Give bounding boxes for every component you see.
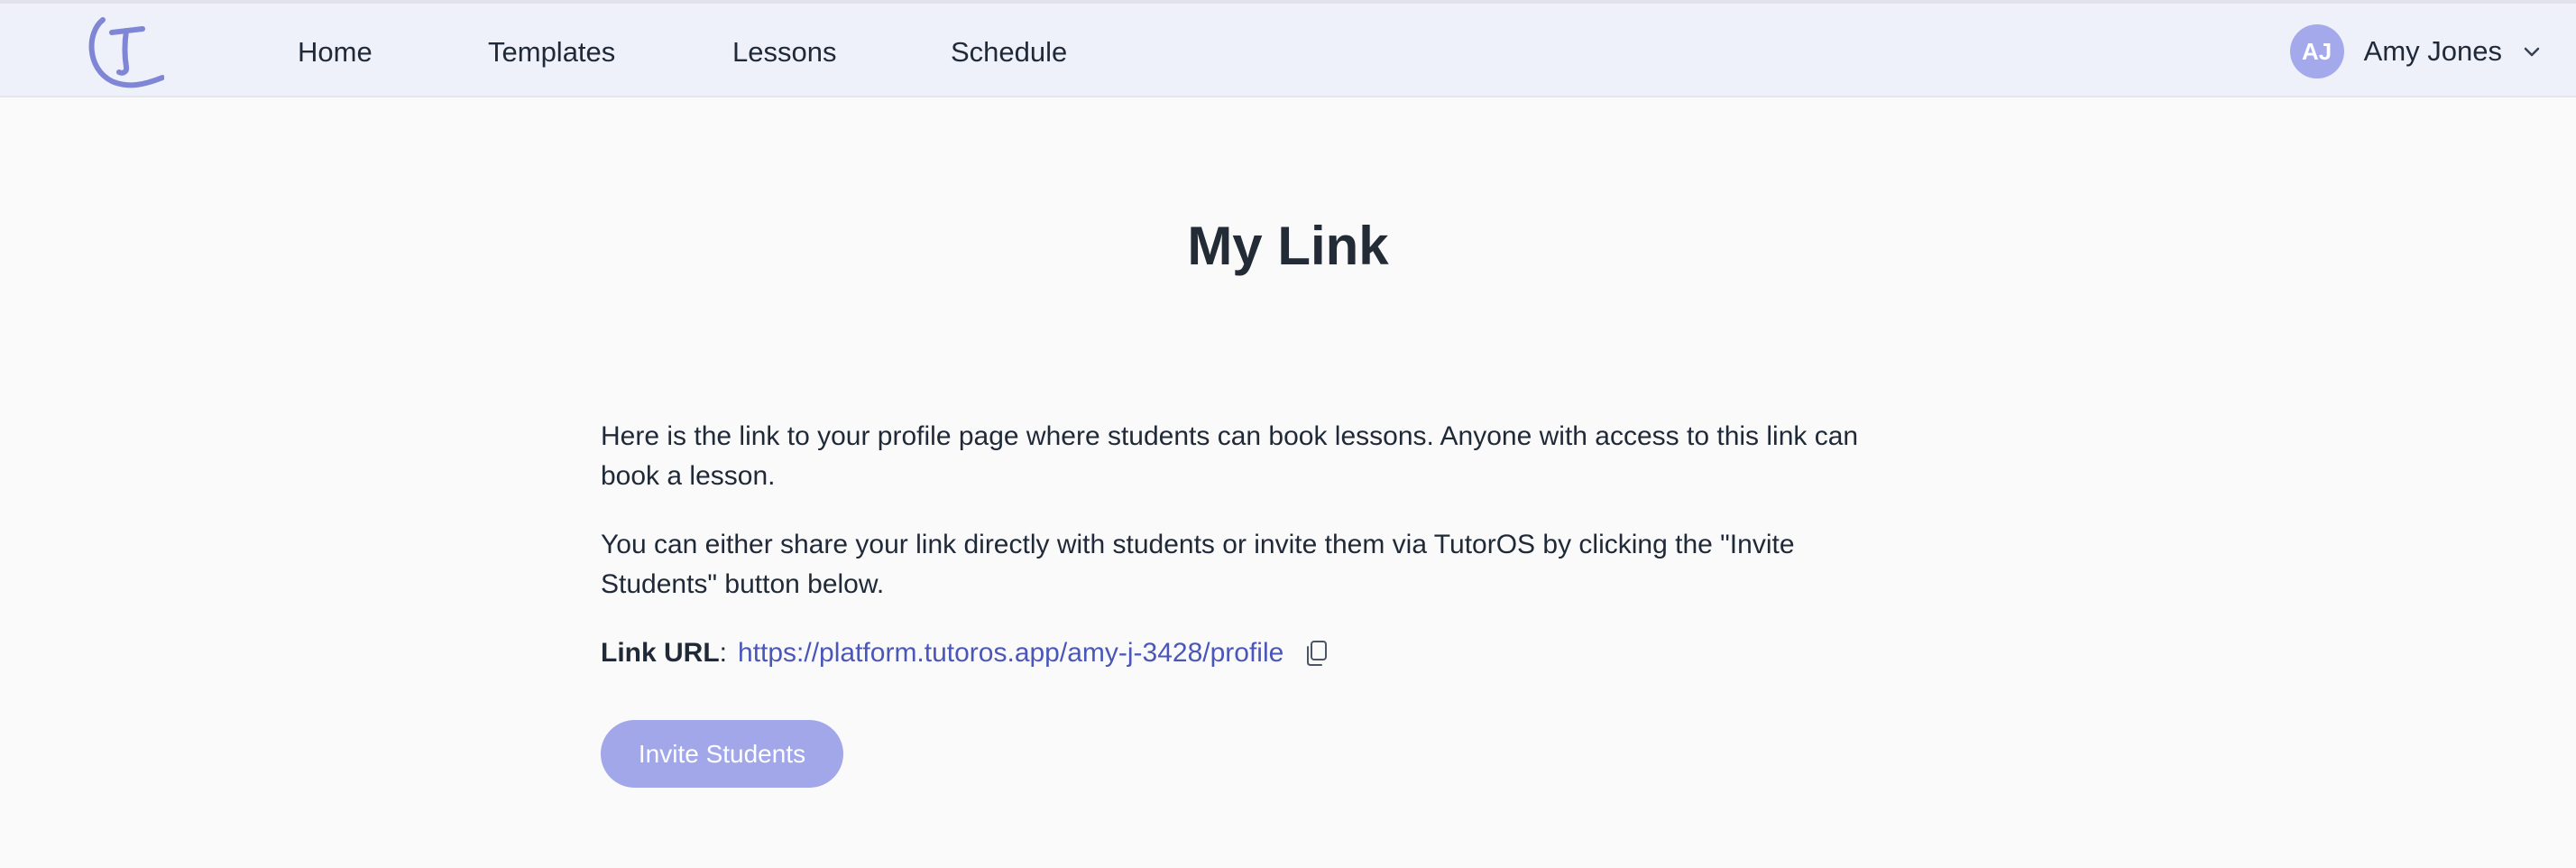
- user-name: Amy Jones: [2363, 35, 2502, 67]
- page-title: My Link: [1187, 216, 1389, 276]
- nav-schedule[interactable]: Schedule: [951, 36, 1067, 69]
- invite-students-button[interactable]: Invite Students: [601, 720, 843, 788]
- user-menu[interactable]: AJ Amy Jones: [2289, 24, 2544, 78]
- top-navbar: Home Templates Lessons Schedule AJ Amy J…: [0, 4, 2576, 97]
- nav-templates[interactable]: Templates: [488, 36, 615, 69]
- nav-lessons[interactable]: Lessons: [732, 36, 836, 69]
- link-url-label: Link URL: [601, 638, 720, 668]
- share-paragraph: You can either share your link directly …: [601, 530, 1795, 599]
- copy-icon[interactable]: [1303, 639, 1330, 668]
- link-url-row: Link URL : https://platform.tutoros.app/…: [601, 633, 1881, 673]
- profile-link[interactable]: https://platform.tutoros.app/amy-j-3428/…: [738, 633, 1283, 673]
- logo-icon: [88, 17, 165, 88]
- link-description: Here is the link to your profile page wh…: [601, 417, 1881, 673]
- chevron-down-icon: [2524, 47, 2540, 57]
- avatar: AJ: [2289, 24, 2344, 78]
- tutoros-logo[interactable]: [85, 13, 165, 92]
- nav-home[interactable]: Home: [298, 36, 373, 69]
- link-url-colon: :: [719, 638, 728, 668]
- intro-paragraph: Here is the link to your profile page wh…: [601, 421, 1859, 491]
